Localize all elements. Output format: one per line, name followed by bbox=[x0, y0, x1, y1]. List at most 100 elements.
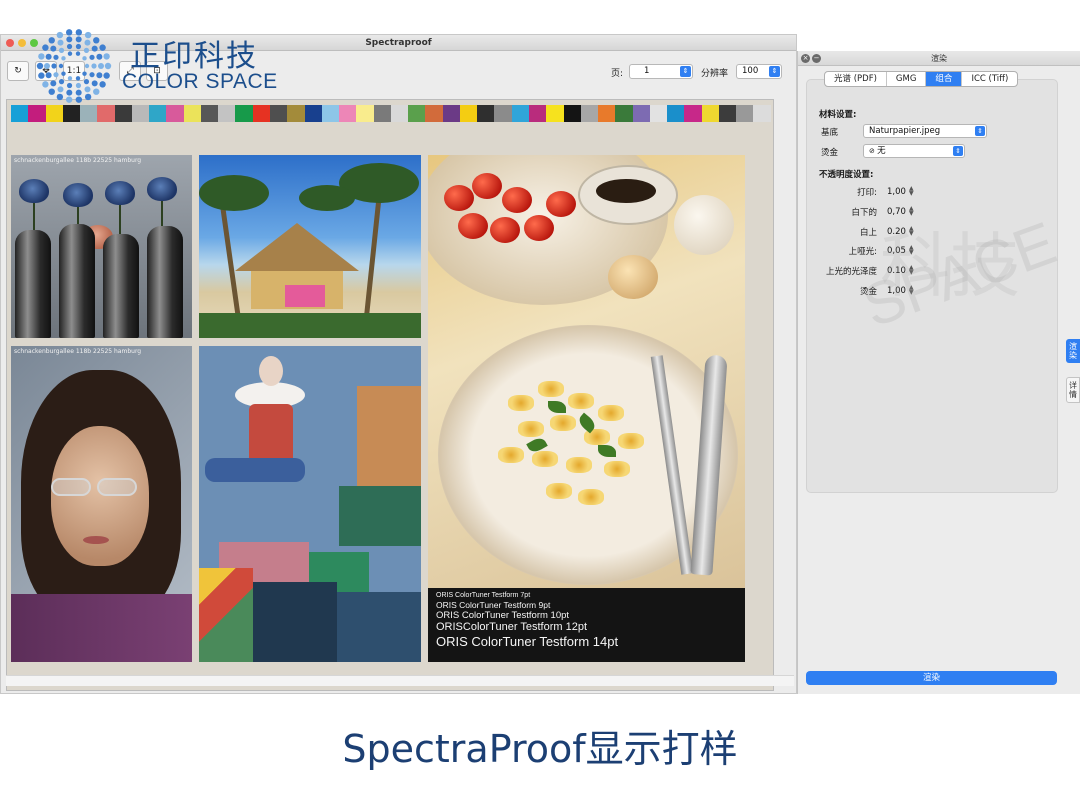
opacity-label-print: 打印: bbox=[857, 188, 877, 198]
type-line-10pt: ORIS ColorTuner Testform 10pt bbox=[436, 610, 570, 622]
color-patch bbox=[598, 105, 616, 122]
substrate-select[interactable]: Naturpapier.jpeg ⇕ bbox=[863, 124, 987, 138]
color-patch bbox=[97, 105, 115, 122]
tab-gmg[interactable]: GMG bbox=[887, 72, 927, 86]
logo-dot bbox=[61, 71, 66, 76]
color-patch bbox=[131, 105, 150, 122]
tab-icc-tiff[interactable]: ICC (Tiff) bbox=[962, 72, 1017, 86]
tab-spectral-pdf[interactable]: 光谱 (PDF) bbox=[825, 72, 887, 86]
panel-titlebar: × − 渲染 bbox=[798, 51, 1080, 66]
color-patch bbox=[339, 105, 357, 122]
panel-title: 渲染 bbox=[931, 54, 947, 63]
logo-dot bbox=[48, 88, 55, 95]
proof-canvas[interactable]: schnackenburgallee 118b 22525 hamburg sc… bbox=[6, 99, 774, 691]
chevron-updown-icon: ⇕ bbox=[953, 146, 963, 156]
side-tab-details[interactable]: 详情 bbox=[1066, 377, 1080, 403]
type-line-7pt: ORIS ColorTuner Testform 7pt bbox=[436, 592, 531, 599]
logo-dot bbox=[99, 81, 106, 88]
panel-minimize-icon[interactable]: − bbox=[812, 54, 821, 63]
stepper-icon[interactable]: ▲ ▼ bbox=[909, 186, 916, 197]
resolution-select[interactable]: 100 ⇕ bbox=[736, 64, 782, 79]
refresh-button[interactable]: ↻ bbox=[7, 61, 29, 81]
logo-dot bbox=[75, 82, 82, 89]
logo-dot bbox=[44, 63, 50, 69]
logo-dot bbox=[48, 37, 55, 44]
logo-dot bbox=[75, 89, 82, 96]
logo-dot bbox=[50, 80, 57, 87]
horizontal-scrollbar[interactable] bbox=[6, 675, 794, 686]
screenshot-stage: Spectraproof ↻ ✥ 1:1 ⤢ ⊡ 页: 1 ⇕ 分辨率 100 … bbox=[0, 0, 1080, 810]
render-tabs: 光谱 (PDF) GMG 组合 ICC (Tiff) bbox=[824, 71, 1019, 87]
photo-pasta-plate bbox=[428, 155, 745, 588]
logo-dot bbox=[91, 45, 98, 52]
foil-select[interactable]: ⊘ 无 ⇕ bbox=[863, 144, 965, 158]
logo-dot bbox=[83, 47, 90, 53]
logo-dot bbox=[67, 51, 73, 56]
close-window-button[interactable] bbox=[6, 39, 14, 47]
material-heading: 材料设置: bbox=[819, 110, 857, 120]
logo-dot bbox=[58, 47, 65, 53]
foil-label: 烫金 bbox=[821, 148, 839, 158]
photo-tropical-hut bbox=[199, 155, 421, 338]
color-patch bbox=[149, 105, 167, 122]
logo-dot bbox=[50, 45, 57, 52]
logo-english-wordmark: COLOR SPACE bbox=[122, 70, 278, 93]
window-titlebar: Spectraproof bbox=[1, 35, 796, 51]
logo-dot bbox=[103, 72, 110, 79]
minimize-window-button[interactable] bbox=[18, 39, 26, 47]
color-control-strip bbox=[11, 105, 771, 122]
logo-dot bbox=[45, 53, 52, 60]
color-patch bbox=[28, 105, 46, 122]
logo-dot bbox=[65, 29, 73, 36]
logo-dot bbox=[56, 31, 64, 39]
logo-dot bbox=[57, 39, 64, 46]
logo-dot bbox=[84, 39, 91, 46]
color-patch bbox=[390, 105, 409, 122]
color-patch bbox=[166, 105, 184, 122]
color-patch bbox=[580, 105, 599, 122]
logo-dot bbox=[82, 56, 87, 61]
side-tab-render[interactable]: 渲染 bbox=[1066, 339, 1080, 363]
opacity-label-under-white: 白下的 bbox=[851, 208, 877, 218]
color-patch bbox=[684, 105, 702, 122]
photo-woman-glasses: schnackenburgallee 118b 22525 hamburg bbox=[11, 346, 192, 662]
color-patch bbox=[200, 105, 219, 122]
opacity-label-over-white: 白上 bbox=[859, 228, 877, 238]
color-patch bbox=[511, 105, 529, 122]
panel-close-icon[interactable]: × bbox=[801, 54, 810, 63]
color-patch bbox=[252, 105, 270, 122]
chevron-updown-icon: ⇕ bbox=[975, 126, 985, 136]
logo-dot bbox=[75, 43, 82, 50]
logo-dot bbox=[91, 63, 97, 69]
logo-dot bbox=[96, 53, 103, 60]
color-patch bbox=[477, 105, 495, 122]
logo-dot bbox=[103, 53, 110, 60]
logo-dot bbox=[56, 93, 64, 101]
page-select[interactable]: 1 ⇕ bbox=[629, 64, 693, 79]
color-patch bbox=[11, 105, 29, 122]
tab-combined[interactable]: 组合 bbox=[926, 72, 963, 86]
color-patch bbox=[321, 105, 340, 122]
color-patch bbox=[701, 105, 719, 122]
chevron-updown-icon: ⇕ bbox=[769, 66, 780, 77]
logo-dot bbox=[66, 89, 73, 96]
color-patch bbox=[546, 105, 564, 122]
render-button[interactable]: 渲染 bbox=[806, 671, 1057, 685]
logo-dot bbox=[66, 43, 73, 50]
color-patch bbox=[80, 105, 98, 122]
logo-dot bbox=[89, 72, 95, 78]
logo-dot bbox=[67, 76, 73, 81]
opacity-stepper-print[interactable]: 1,00 ▲ ▼ bbox=[887, 186, 916, 197]
logo-dot bbox=[51, 63, 57, 69]
opacity-label-matte: 上哑光: bbox=[848, 247, 877, 257]
substrate-label: 基底 bbox=[821, 128, 839, 138]
logo-dot bbox=[91, 80, 98, 87]
resolution-label: 分辨率 bbox=[701, 69, 729, 79]
photo-clown-blocks bbox=[199, 346, 421, 662]
logo-dot bbox=[42, 44, 49, 51]
logo-dot bbox=[84, 31, 92, 39]
render-panel: × − 渲染 材料设置: 基底 Naturpapier.jpeg ⇕ 烫金 ⊘ … bbox=[797, 51, 1080, 694]
logo-dot bbox=[84, 63, 90, 69]
logo-dot bbox=[98, 63, 104, 69]
logo-dot bbox=[93, 37, 100, 44]
